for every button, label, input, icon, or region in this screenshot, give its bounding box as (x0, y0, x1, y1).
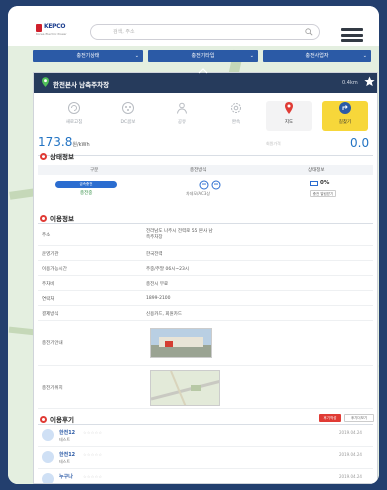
search-icon[interactable] (305, 28, 313, 36)
price-member-label: 회원가격 (266, 141, 281, 146)
section-marker-icon (40, 416, 47, 423)
battery-icon (310, 181, 318, 186)
info-row-hours: 이용가능시간 주중/주말 06시~23시 (38, 262, 373, 276)
filter-charger-type[interactable]: 충전기타입 ⌄ (148, 50, 258, 62)
refresh-icon (68, 102, 80, 114)
chevron-down-icon: ⌄ (362, 53, 367, 59)
connector-icon (199, 180, 221, 190)
tool-slow[interactable]: 완속 (210, 101, 262, 131)
price-row: 173.8원/kWh 회원가격 0.0 (34, 135, 377, 151)
station-name: 한전본사 남측주차장 (53, 81, 110, 89)
avatar (42, 429, 54, 441)
charger-type-badge: 급속충전 (55, 181, 117, 188)
chevron-down-icon: ⌄ (249, 53, 254, 59)
info-row-address: 주소 전라남도 나주시 전력로 55 본사 남측주차장 (38, 226, 373, 246)
write-review-button[interactable]: 후기작성 (319, 414, 341, 422)
tool-refresh[interactable]: 새로고침 (48, 101, 100, 131)
rating-stars: ☆☆☆☆☆ (83, 430, 103, 435)
charge-percent: 0% (320, 180, 330, 186)
section-marker-icon (40, 215, 47, 222)
status-table-header: 구분 충전방식 상태정보 (38, 165, 373, 175)
info-row-contact: 연락처 1899-2100 (38, 292, 373, 306)
avatar (42, 473, 54, 483)
gear-icon (231, 103, 241, 113)
search-placeholder: 검색, 주소 (113, 29, 135, 35)
connector-label: 차데모/AC3상 (186, 191, 211, 196)
status-section-title: 상태정보 (40, 151, 74, 161)
tool-charger-type[interactable]: DC콤보 (102, 101, 154, 131)
review-item: 한전12 ☆☆☆☆☆ 테스트 2019.04.24 (38, 427, 373, 447)
review-item: 한전12 ☆☆☆☆☆ 테스트 2019.04.24 (38, 449, 373, 469)
divider (38, 424, 373, 425)
location-map-thumbnail[interactable] (150, 370, 220, 406)
filter-operator[interactable]: 충전사업자 ⌄ (263, 50, 371, 62)
station-distance: 0.4km (342, 80, 358, 86)
review-item: 누구나 ☆☆☆☆☆ 2019.04.24 (38, 471, 373, 483)
kepco-logo[interactable]: KEPCO Korea Electric Power (36, 23, 67, 37)
rating-stars: ☆☆☆☆☆ (83, 474, 103, 479)
review-section-title: 이용후기 (40, 414, 74, 424)
filter-charger-status[interactable]: 충전기상태 ⌄ (33, 50, 143, 62)
location-pin-icon (285, 102, 293, 114)
station-tools: 새로고침 DC콤보 공유 완속 지도 길찾기 (34, 101, 377, 131)
rating-stars: ☆☆☆☆☆ (83, 452, 103, 457)
station-pin-icon (42, 77, 49, 87)
info-row-charger-location: 충전기위치 (38, 367, 373, 409)
more-reviews-button[interactable]: 후기더보기 (344, 414, 374, 422)
person-icon (177, 102, 187, 114)
station-detail-card: 한전본사 남측주차장 0.4km 새로고침 DC콤보 공유 완속 지도 길찾기 … (33, 72, 378, 484)
avatar (42, 451, 54, 463)
station-header: 한전본사 남측주차장 0.4km (34, 73, 377, 93)
filter-bar: 충전기상태 ⌄ 충전기타입 ⌄ 충전사업자 ⌄ (8, 50, 379, 66)
tool-share[interactable]: 공유 (156, 101, 208, 131)
section-marker-icon (40, 153, 47, 160)
tool-map[interactable]: 지도 (266, 101, 312, 131)
info-row-operator: 운영기관 한국전력 (38, 247, 373, 261)
divider (38, 223, 373, 224)
price-value: 173.8원/kWh (38, 135, 90, 149)
status-row: 급속충전 충전중 차데모/AC3상 0% 충전 알림받기 (38, 178, 373, 202)
charge-alert-button[interactable]: 충전 알림받기 (310, 190, 336, 197)
charger-photo[interactable] (150, 328, 212, 358)
info-row-parking: 주차비 충전시 무료 (38, 277, 373, 291)
collapse-arrow-icon[interactable] (198, 68, 208, 74)
favorite-star-icon[interactable] (364, 76, 375, 87)
search-input[interactable]: 검색, 주소 (90, 24, 320, 40)
hamburger-menu-icon[interactable] (341, 28, 363, 42)
route-icon (339, 102, 351, 114)
app-header: KEPCO Korea Electric Power 검색, 주소 (8, 6, 379, 46)
divider (38, 155, 373, 156)
tablet-frame: KEPCO Korea Electric Power 검색, 주소 충전기상태 ⌄… (8, 6, 379, 484)
chevron-down-icon: ⌄ (134, 53, 139, 59)
info-row-charger-photo: 충전기안내 (38, 322, 373, 366)
charger-icon (122, 102, 134, 114)
info-row-payment: 결제방식 신용카드, 회원카드 (38, 307, 373, 321)
charging-status: 충전중 (80, 191, 93, 196)
usage-section-title: 이용정보 (40, 213, 74, 223)
price-right-value: 0.0 (350, 136, 370, 150)
tool-directions[interactable]: 길찾기 (322, 101, 368, 131)
